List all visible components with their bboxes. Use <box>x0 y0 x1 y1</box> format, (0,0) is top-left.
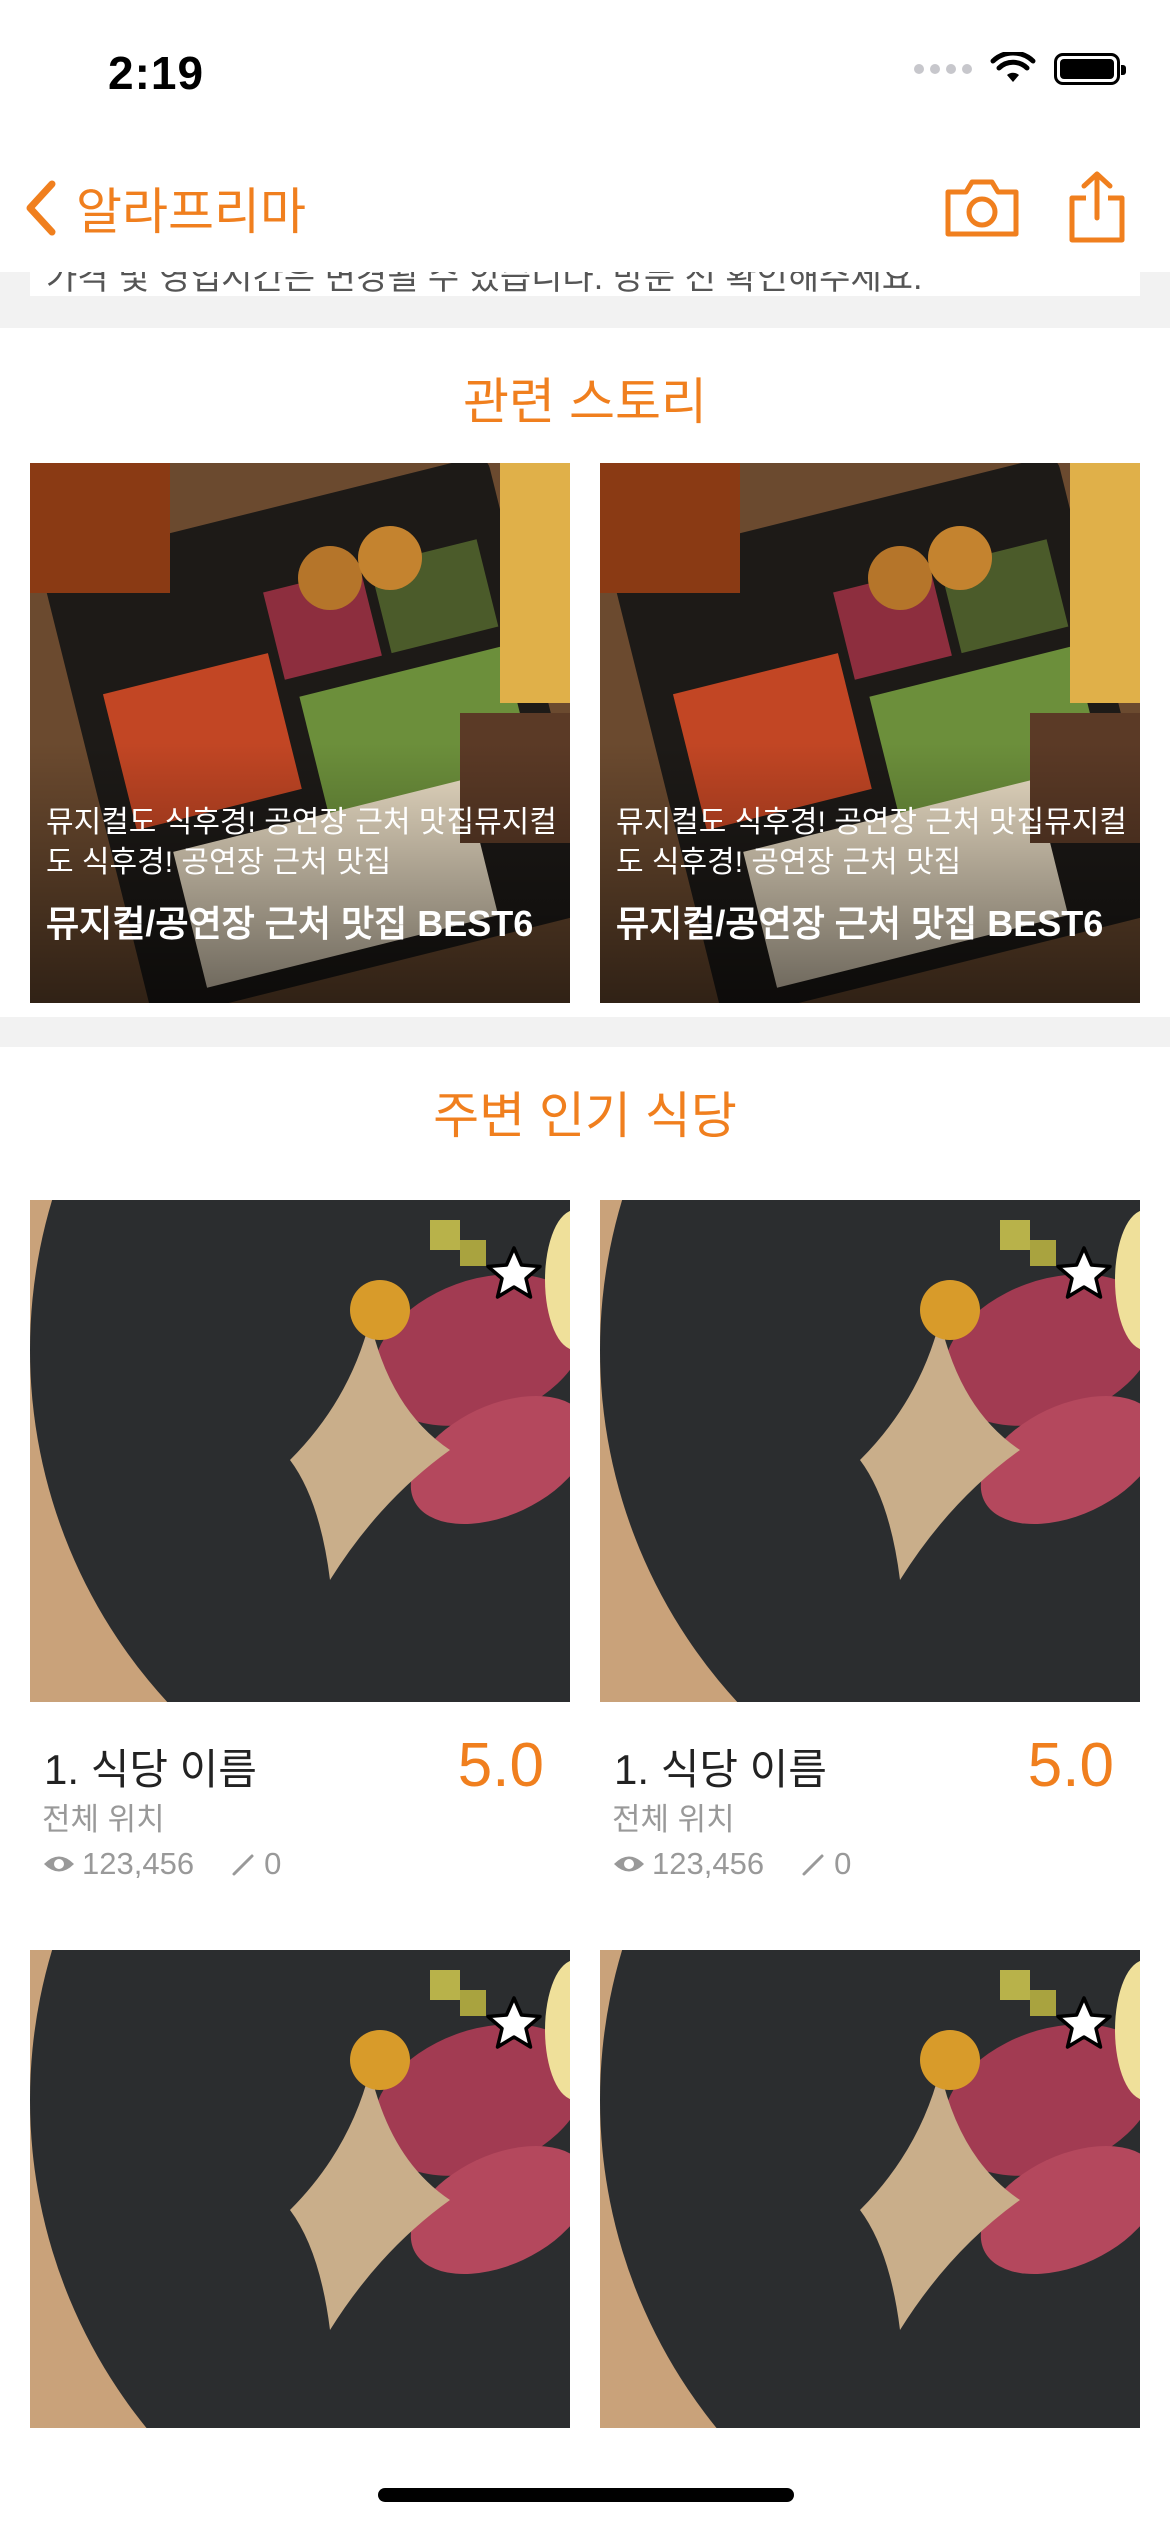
restaurant-card[interactable] <box>600 1950 1140 2428</box>
wifi-icon <box>990 52 1036 82</box>
eye-icon <box>44 1856 74 1872</box>
restaurant-name: 1. 식당 이름 <box>614 1746 827 1793</box>
favorite-star-icon[interactable] <box>1054 1994 1114 2052</box>
restaurant-card[interactable]: 1. 식당 이름 5.0 전체 위치 123,456 0 <box>30 1200 570 1881</box>
restaurant-image[interactable] <box>600 1200 1140 1702</box>
restaurant-stats: 123,456 0 <box>612 1846 851 1882</box>
status-time: 2:19 <box>108 47 205 99</box>
restaurant-score: 5.0 <box>1027 1731 1114 1800</box>
restaurant-location: 전체 위치 <box>612 1802 735 1837</box>
story-title: 뮤지컬/공연장 근처 맛집 BEST6 <box>46 903 534 944</box>
favorite-star-icon[interactable] <box>484 1244 544 1302</box>
story-card[interactable]: 뮤지컬도 식후경! 공연장 근처 맛집뮤지컬도 식후경! 공연장 근처 맛집 뮤… <box>30 463 570 1003</box>
status-bar: 2:19 <box>0 0 1170 140</box>
review-count-text: 0 <box>834 1846 852 1881</box>
nav-actions <box>942 170 1128 249</box>
nav-bar: 알라프리마 <box>0 150 1170 272</box>
view-count-text: 123,456 <box>652 1846 765 1881</box>
restaurant-score: 5.0 <box>457 1731 544 1800</box>
status-icons <box>914 52 1126 86</box>
popular-section-title: 주변 인기 식당 <box>433 1088 737 1144</box>
restaurant-card[interactable]: 1. 식당 이름 5.0 전체 위치 123,456 0 <box>600 1200 1140 1881</box>
battery-icon <box>1054 53 1126 85</box>
home-indicator[interactable] <box>378 2488 794 2502</box>
restaurant-stats: 123,456 0 <box>42 1846 281 1882</box>
camera-button[interactable] <box>942 174 1022 245</box>
eye-icon <box>614 1856 644 1872</box>
view-count: 123,456 <box>612 1846 764 1882</box>
restaurant-image[interactable] <box>30 1950 570 2428</box>
cellular-signal-icon <box>914 64 972 74</box>
pencil-icon <box>802 1854 824 1876</box>
share-button[interactable] <box>1066 170 1128 249</box>
share-icon <box>1069 171 1125 243</box>
favorite-star-icon[interactable] <box>484 1994 544 2052</box>
review-count-text: 0 <box>264 1846 282 1881</box>
pencil-icon <box>232 1854 254 1876</box>
back-button[interactable]: 알라프리마 <box>22 172 306 244</box>
restaurant-image[interactable] <box>30 1200 570 1702</box>
chevron-left-icon <box>26 180 56 236</box>
favorite-star-icon[interactable] <box>1054 1244 1114 1302</box>
story-title: 뮤지컬/공연장 근처 맛집 BEST6 <box>616 903 1104 944</box>
review-count: 0 <box>800 1846 851 1882</box>
camera-icon <box>945 179 1019 237</box>
story-description: 뮤지컬도 식후경! 공연장 근처 맛집뮤지컬도 식후경! 공연장 근처 맛집 <box>616 806 1127 879</box>
info-card: 가격 및 영업시간은 변경될 수 있습니다. 방문 전 확인해주세요. <box>30 272 1140 296</box>
restaurant-image[interactable] <box>600 1950 1140 2428</box>
nav-title: 알라프리마 <box>76 184 306 240</box>
story-card[interactable]: 뮤지컬도 식후경! 공연장 근처 맛집뮤지컬도 식후경! 공연장 근처 맛집 뮤… <box>600 463 1140 1003</box>
section-divider <box>0 1017 1170 1047</box>
info-card-text: 가격 및 영업시간은 변경될 수 있습니다. 방문 전 확인해주세요. <box>46 272 923 296</box>
story-description: 뮤지컬도 식후경! 공연장 근처 맛집뮤지컬도 식후경! 공연장 근처 맛집 <box>46 806 557 879</box>
restaurant-name: 1. 식당 이름 <box>44 1746 257 1793</box>
restaurant-card[interactable] <box>30 1950 570 2428</box>
view-count-text: 123,456 <box>82 1846 195 1881</box>
restaurant-location: 전체 위치 <box>42 1802 165 1837</box>
stories-section-title: 관련 스토리 <box>463 374 707 430</box>
view-count: 123,456 <box>42 1846 194 1882</box>
review-count: 0 <box>230 1846 281 1882</box>
